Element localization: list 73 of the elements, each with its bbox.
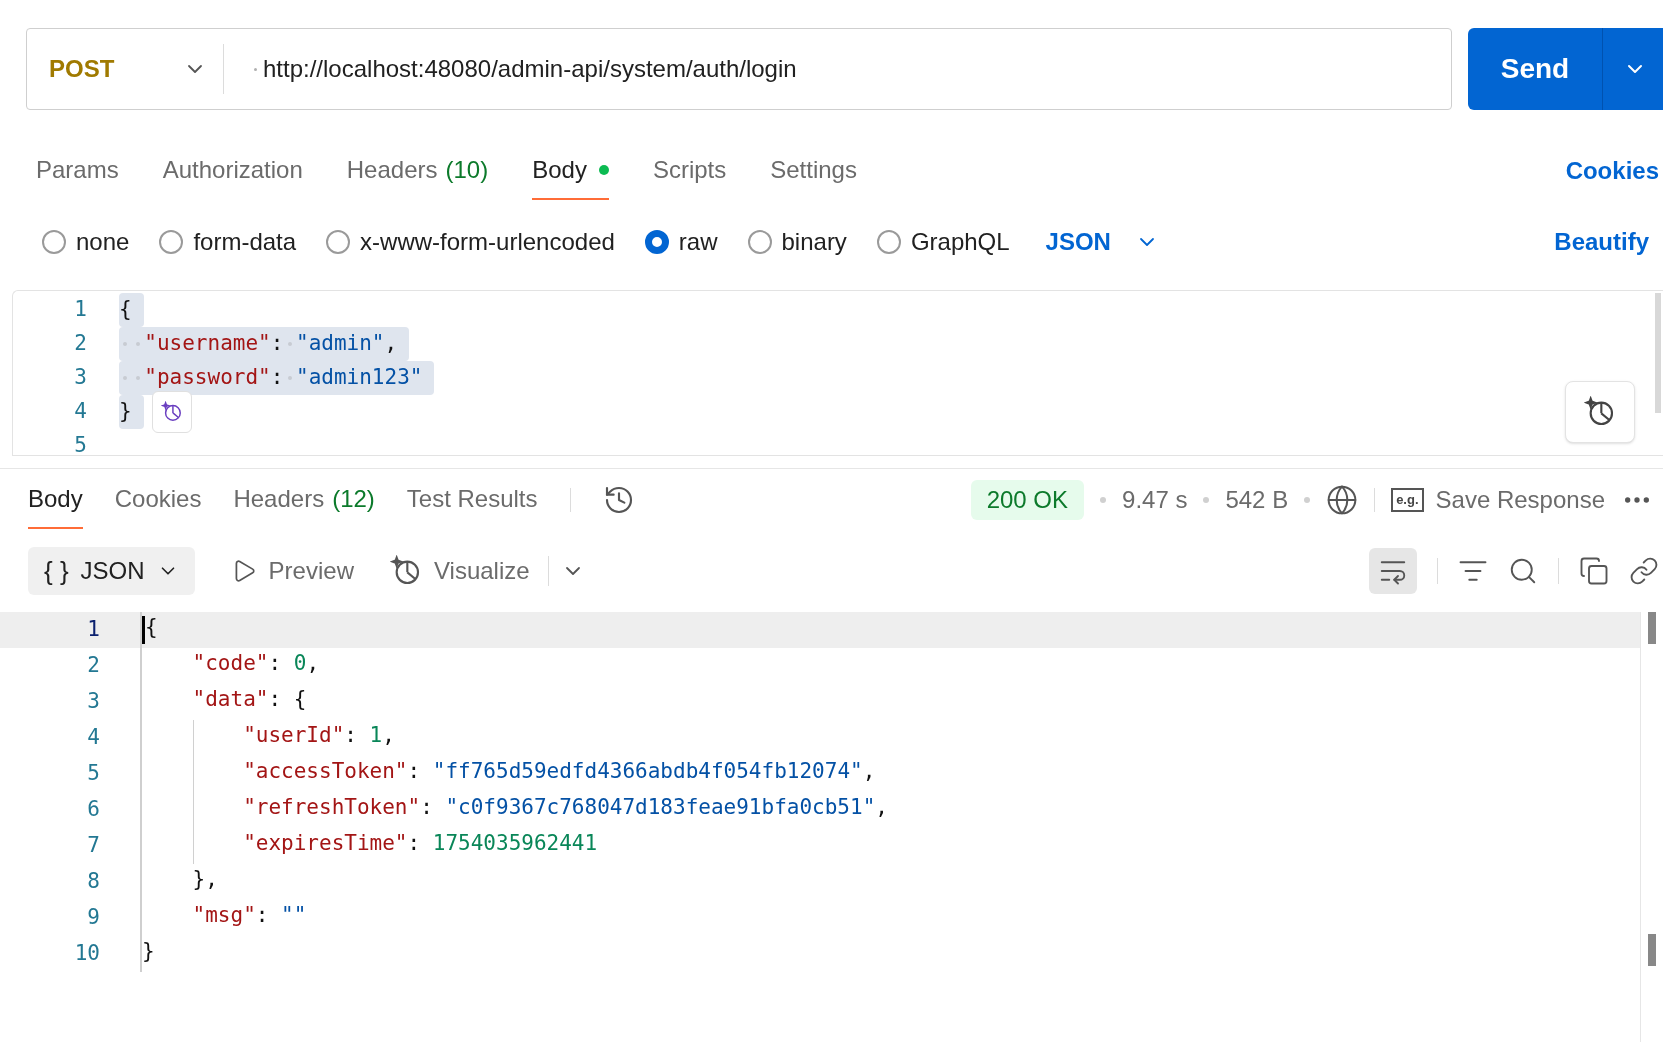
scrollbar-marker: [1648, 612, 1656, 644]
line-number: 7: [86, 832, 100, 860]
wrap-lines-button[interactable]: [1369, 548, 1417, 594]
response-time: 9.47 s: [1122, 485, 1188, 515]
line-number: 8: [86, 868, 100, 896]
code-line: {: [119, 296, 132, 324]
request-tab[interactable]: Settings: [770, 142, 857, 200]
code-line: }: [142, 938, 155, 965]
sparkle-chart-icon: [389, 555, 422, 587]
save-response-button[interactable]: e.g. Save Response: [1391, 482, 1605, 518]
response-tab[interactable]: Body: [28, 471, 83, 529]
code-line: "data": {: [192, 686, 307, 713]
code-line: "accessToken": "ff765d59edfd4366abdb4f054fb12074",: [243, 758, 876, 785]
line-number: 3: [86, 688, 100, 716]
status-badge: 200 OK: [970, 480, 1085, 520]
response-tab[interactable]: Cookies: [114, 471, 202, 529]
link-icon[interactable]: [1629, 556, 1659, 586]
request-tab[interactable]: Scripts: [652, 142, 727, 200]
request-tab[interactable]: Headers (10): [346, 142, 489, 200]
line-number: 4: [73, 398, 87, 426]
code-line: "refreshToken": "c0f9367c768047d183feae91bfa0cb51",: [243, 794, 888, 821]
sparkle-chart-icon: [160, 401, 183, 423]
view-mode-button[interactable]: Preview: [230, 553, 354, 589]
scrollbar-marker: [1648, 934, 1656, 966]
response-tab[interactable]: Test Results: [406, 471, 538, 529]
beautify-link[interactable]: Beautify: [1554, 224, 1649, 260]
code-line: "code": 0,: [192, 650, 320, 677]
body-type-radio[interactable]: GraphQL: [876, 224, 1010, 260]
code-line: "username": "admin",: [119, 328, 398, 360]
code-line: "expiresTime": 1754035962441: [243, 830, 598, 857]
text-cursor: [142, 616, 145, 644]
line-number: 2: [73, 330, 87, 358]
response-tab[interactable]: Headers (12): [233, 471, 375, 529]
body-type-radio[interactable]: none: [42, 224, 130, 260]
line-number: 3: [73, 364, 87, 392]
code-line: {: [145, 614, 158, 641]
line-number: 5: [86, 760, 100, 788]
globe-icon[interactable]: [1326, 484, 1359, 516]
line-number: 4: [86, 724, 100, 752]
line-number: 10: [73, 940, 100, 968]
copy-icon[interactable]: [1579, 556, 1609, 586]
send-button[interactable]: Send: [1468, 28, 1663, 110]
example-icon: e.g.: [1391, 488, 1424, 512]
line-number: 6: [86, 796, 100, 824]
body-type-radio[interactable]: raw: [644, 224, 718, 260]
body-type-radio[interactable]: binary: [747, 224, 847, 260]
format-dropdown[interactable]: JSON: [1045, 224, 1159, 260]
response-size: 542 B: [1225, 485, 1289, 515]
sparkle-chart-icon: [1584, 396, 1616, 428]
request-tab[interactable]: Body: [532, 142, 609, 200]
ai-assist-button[interactable]: [1565, 381, 1635, 443]
view-mode-button[interactable]: Visualize: [389, 553, 530, 589]
body-type-radio[interactable]: x-www-form-urlencoded: [326, 224, 615, 260]
line-number: 1: [73, 296, 87, 324]
code-line: }: [119, 398, 132, 426]
braces-icon: { }: [44, 551, 69, 591]
url-input[interactable]: http://localhost:48080/admin-api/system/auth/login: [263, 51, 1451, 87]
request-tab[interactable]: Authorization: [162, 142, 303, 200]
code-line: },: [192, 866, 218, 893]
search-icon[interactable]: [1508, 556, 1538, 586]
line-number: 5: [73, 432, 87, 455]
method-dropdown[interactable]: POST: [27, 29, 223, 109]
line-number: 2: [86, 652, 100, 680]
line-number: 1: [86, 616, 100, 644]
code-line: "password": "admin123": [119, 362, 423, 394]
code-line: "userId": 1,: [243, 722, 395, 749]
cookies-link[interactable]: Cookies: [1565, 153, 1659, 189]
ai-assist-button[interactable]: [151, 391, 192, 433]
code-line: "msg": "": [192, 902, 307, 929]
request-tab[interactable]: Params: [36, 142, 119, 200]
body-type-radio[interactable]: form-data: [159, 224, 297, 260]
line-number: 9: [86, 904, 100, 932]
format-dropdown[interactable]: { } JSON: [28, 547, 195, 595]
